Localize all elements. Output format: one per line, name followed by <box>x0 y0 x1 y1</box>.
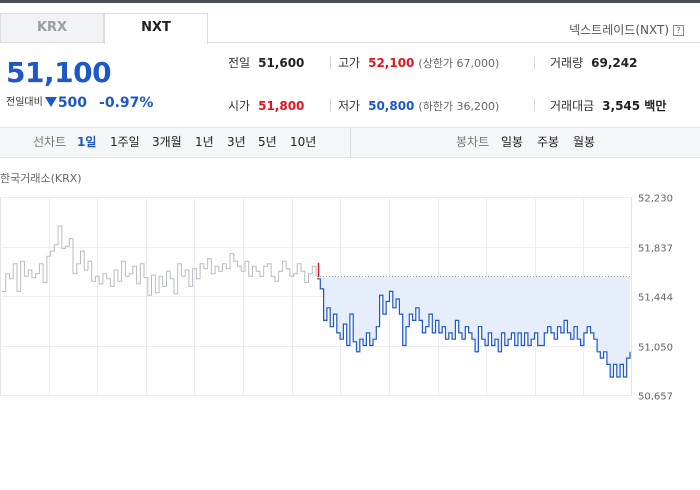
change-label: 전일대비 <box>6 97 43 108</box>
y-tick-label: 50,657 <box>638 392 673 401</box>
stat-value: 51,600 <box>258 56 305 70</box>
price-change: 전일대비 500 -0.97% <box>6 93 153 111</box>
stat-value: 69,242 <box>591 56 638 70</box>
y-tick-label: 51,837 <box>638 244 673 255</box>
divider <box>534 56 535 69</box>
stat-value: 51,800 <box>258 99 305 113</box>
period-daily[interactable]: 일봉 <box>501 128 523 157</box>
stat-value: 52,100 <box>368 56 415 70</box>
stat-label: 거래대금 <box>550 99 595 113</box>
y-tick-label: 51,050 <box>638 343 673 354</box>
period-1w[interactable]: 1주일 <box>110 128 140 157</box>
down-arrow-icon <box>44 97 57 107</box>
nxt-link-text[interactable]: 넥스트레이드(NXT) <box>569 23 669 37</box>
divider <box>534 99 535 112</box>
current-price: 51,100 <box>6 56 112 89</box>
period-weekly[interactable]: 주봉 <box>537 128 559 157</box>
stat-sub: (하한가 36,200) <box>418 100 500 113</box>
line-chart-label: 선차트 <box>33 135 67 149</box>
stat-low: 저가 50,800 (하한가 36,200) <box>338 97 499 114</box>
tab-krx[interactable]: KRX <box>0 13 104 43</box>
change-percent: -0.97% <box>99 95 154 111</box>
divider <box>330 56 331 69</box>
market-label: 한국거래소(KRX) <box>0 172 82 185</box>
period-1d[interactable]: 1일 <box>77 128 96 157</box>
nxt-info-link[interactable]: 넥스트레이드(NXT)? <box>569 21 684 38</box>
stat-prev-close: 전일 51,600 <box>228 54 304 71</box>
candle-chart-label: 봉차트 <box>456 135 490 149</box>
period-3m[interactable]: 3개월 <box>152 128 182 157</box>
stat-sub: (상한가 67,000) <box>418 57 500 70</box>
intraday-price-chart: 52,230 51,837 51,444 51,050 50,657 <box>0 194 673 401</box>
y-tick-label: 51,444 <box>638 293 673 304</box>
top-border <box>0 0 700 3</box>
stat-label: 거래량 <box>550 56 584 70</box>
stat-value: 3,545 백만 <box>602 99 667 113</box>
stat-amount: 거래대금 3,545 백만 <box>550 97 666 114</box>
stat-high: 고가 52,100 (상한가 67,000) <box>338 54 499 71</box>
stat-value: 50,800 <box>368 99 415 113</box>
chart-toolbar: 선차트 1일 1주일 3개월 1년 3년 5년 10년 봉차트 일봉 주봉 월봉 <box>0 127 700 158</box>
period-1y[interactable]: 1년 <box>195 128 214 157</box>
stat-label: 고가 <box>338 56 361 70</box>
help-icon[interactable]: ? <box>673 25 684 36</box>
stat-volume: 거래량 69,242 <box>550 54 637 71</box>
stat-label: 시가 <box>228 99 251 113</box>
period-3y[interactable]: 3년 <box>227 128 246 157</box>
period-10y[interactable]: 10년 <box>290 128 316 157</box>
price-stats: 전일 51,600 고가 52,100 (상한가 67,000) 거래량 69,242 … <box>208 43 700 127</box>
stat-label: 전일 <box>228 56 251 70</box>
y-tick-label: 52,230 <box>638 194 673 205</box>
toolbar-divider <box>350 128 351 157</box>
tab-nxt[interactable]: NXT <box>104 13 208 44</box>
divider <box>330 99 331 112</box>
stat-open: 시가 51,800 <box>228 97 304 114</box>
period-5y[interactable]: 5년 <box>258 128 277 157</box>
period-monthly[interactable]: 월봉 <box>573 128 595 157</box>
change-amount: 500 <box>57 95 88 111</box>
stat-label: 저가 <box>338 99 361 113</box>
